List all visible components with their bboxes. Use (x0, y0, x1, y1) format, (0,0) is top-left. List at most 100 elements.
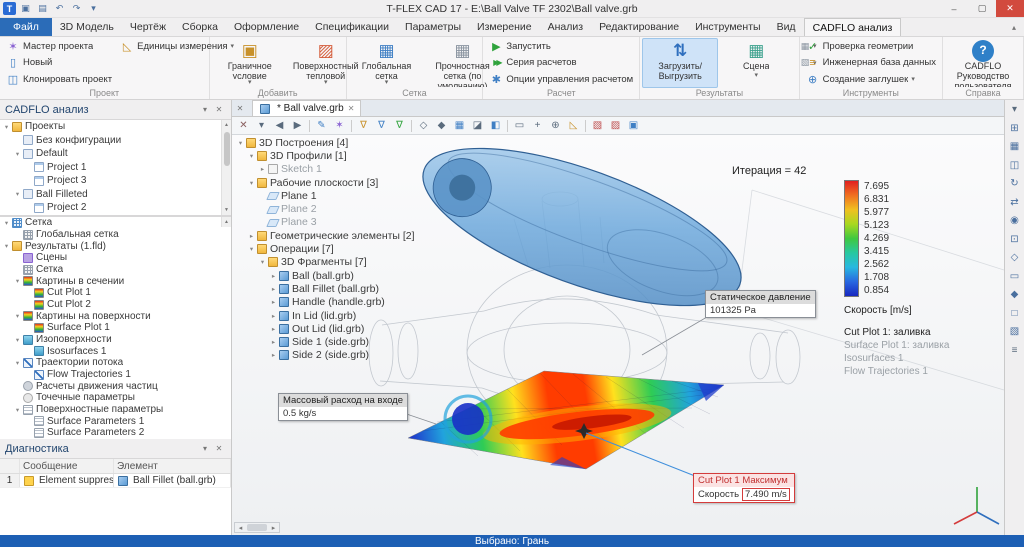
menu-tab[interactable]: Анализ (540, 18, 591, 36)
tree-expand-icon[interactable]: ▾ (13, 277, 22, 285)
tree-expand-icon[interactable]: ▸ (258, 165, 267, 173)
tree-item[interactable]: Surface Parameters 2 (0, 427, 231, 439)
menu-tab[interactable]: Сборка (174, 18, 226, 36)
viewport-canvas[interactable]: ▾3D Построения [4]▾3D Профили [1]▸Sketch… (232, 135, 1004, 535)
tree-item[interactable]: Без конфигурации (0, 134, 231, 148)
ribbon-button[interactable]: CADFLO Руководство пользователя (945, 38, 1021, 88)
tree-item[interactable]: Сцены (0, 252, 231, 264)
tree-expand-icon[interactable]: ▾ (13, 190, 22, 198)
tree-item[interactable]: ▾3D Фрагменты [7] (234, 256, 415, 269)
ribbon-button[interactable]: Клонировать проект (2, 71, 116, 88)
tree-expand-icon[interactable]: ▾ (247, 179, 256, 187)
app-logo-icon[interactable]: T (3, 2, 16, 15)
options-icon[interactable]: ≡ (1007, 343, 1023, 358)
tree-item[interactable]: Surface Parameters 1 (0, 415, 231, 427)
tree-expand-icon[interactable]: ▾ (13, 406, 22, 414)
tree-expand-icon[interactable]: ▾ (13, 336, 22, 344)
tree-item[interactable]: ▸Out Lid (lid.grb) (234, 322, 415, 335)
target-icon[interactable]: ⊕ (547, 118, 564, 133)
menu-tab[interactable]: 3D Модель (52, 18, 122, 36)
tree-item[interactable]: ▸Геометрические элементы [2] (234, 229, 415, 242)
scroll-up-icon[interactable]: ▲ (221, 217, 231, 227)
tree-expand-icon[interactable]: ▾ (13, 359, 22, 367)
tree-item[interactable]: Cut Plot 2 (0, 299, 231, 311)
scroll-up-icon[interactable]: ▲ (222, 120, 232, 130)
tree-expand-icon[interactable]: ▾ (2, 242, 11, 250)
measure-icon[interactable]: ◺ (565, 118, 582, 133)
wireframe-toggle-icon[interactable]: ◇ (1007, 250, 1023, 265)
close-panel-icon[interactable]: ✕ (212, 105, 226, 114)
tree-item[interactable]: ▾Траектории потока (0, 357, 231, 369)
filter-faces-icon[interactable]: ∇ (391, 118, 408, 133)
tree-item[interactable]: Project 3 (0, 174, 231, 188)
scroll-right-icon[interactable]: ▸ (268, 524, 279, 532)
tree-item[interactable]: Project 1 (0, 161, 231, 175)
plane-toggle-icon[interactable]: ▭ (1007, 269, 1023, 284)
redo-icon[interactable]: ↷ (69, 2, 84, 16)
tree-item[interactable]: ▾Сетка (0, 217, 231, 229)
undo-icon[interactable]: ↶ (52, 2, 67, 16)
cut-plot-max-callout[interactable]: Cut Plot 1 Максимум Скорость 7.490 m/s (693, 473, 795, 503)
scroll-down-icon[interactable]: ▼ (222, 205, 232, 215)
tree-item[interactable]: ▸Ball (ball.grb) (234, 269, 415, 282)
ribbon-button[interactable]: Создание заглушек▾ (802, 71, 940, 88)
tree-item[interactable]: ▸Sketch 1 (234, 163, 415, 176)
rotate-view-icon[interactable]: ↻ (1007, 176, 1023, 191)
edit-icon[interactable]: ✎ (313, 118, 330, 133)
history-forward-icon[interactable]: ▶ (289, 118, 306, 133)
tree-expand-icon[interactable]: ▾ (258, 258, 267, 266)
vertical-scrollbar[interactable]: ▲ ▼ (221, 120, 231, 215)
tree-expand-icon[interactable]: ▾ (2, 123, 11, 131)
menu-tab[interactable]: Оформление (226, 18, 307, 36)
section-toggle-icon[interactable]: ▧ (1007, 324, 1023, 339)
ribbon-button[interactable]: Серия расчетов (485, 55, 637, 72)
tree-item[interactable]: Plane 1 (234, 189, 415, 202)
scrollbar-track[interactable] (247, 524, 267, 531)
tree-item[interactable]: Flow Trajectories 1 (0, 369, 231, 381)
menu-tab[interactable]: Вид (769, 18, 804, 36)
tree-item[interactable]: ▾3D Построения [4] (234, 136, 415, 149)
ribbon-button[interactable]: Проверка геометрии (802, 38, 940, 55)
section-view-icon[interactable]: ◪ (469, 118, 486, 133)
filter-vertices-icon[interactable]: ∇ (355, 118, 372, 133)
tree-item[interactable]: ▾Изоповерхности (0, 334, 231, 346)
tree-expand-icon[interactable]: ▾ (247, 152, 256, 160)
tree-item[interactable]: Глобальная сетка (0, 229, 231, 241)
tree-item[interactable]: ▸In Lid (lid.grb) (234, 309, 415, 322)
wireframe-mode-icon[interactable]: ◇ (415, 118, 432, 133)
workplane-icon[interactable]: ▭ (511, 118, 528, 133)
tree-expand-icon[interactable]: ▸ (269, 285, 278, 293)
tree-expand-icon[interactable]: ▸ (269, 272, 278, 280)
tree-item[interactable]: ▸Handle (handle.grb) (234, 296, 415, 309)
tree-item[interactable]: ▾Поверхностные параметры (0, 404, 231, 416)
ribbon-button[interactable]: Запустить (485, 38, 637, 55)
tree-item[interactable]: ▾Картины в сечении (0, 275, 231, 287)
tree-item[interactable]: ▸Side 1 (side.grb) (234, 335, 415, 348)
tree-item[interactable]: ▾Картины на поверхности (0, 310, 231, 322)
ribbon-collapse-icon[interactable]: ▴ (1004, 18, 1024, 36)
close-button[interactable]: ✕ (996, 0, 1024, 17)
menu-tab[interactable]: Параметры (397, 18, 469, 36)
zoom-fit-icon[interactable]: ⊡ (1007, 232, 1023, 247)
document-tab-close-icon[interactable]: ✕ (348, 104, 355, 113)
open-icon[interactable]: ▤ (35, 2, 50, 16)
render-options-icon[interactable]: ▨ (607, 118, 624, 133)
tree-expand-icon[interactable]: ▾ (13, 150, 22, 158)
minimize-button[interactable]: – (940, 0, 968, 17)
tree-item[interactable]: ▾Операции [7] (234, 242, 415, 255)
file-menu-button[interactable]: Файл (0, 18, 52, 36)
camera-icon[interactable]: ▣ (625, 118, 642, 133)
tree-item[interactable]: ▾Ball Filleted (0, 188, 231, 202)
document-tab[interactable]: * Ball valve.grb ✕ (252, 100, 361, 116)
tree-item[interactable]: Plane 2 (234, 202, 415, 215)
scene-settings-icon[interactable]: ▧ (589, 118, 606, 133)
scroll-left-icon[interactable]: ◂ (235, 524, 246, 532)
menu-tab[interactable]: Измерение (469, 18, 540, 36)
diagnostics-row[interactable]: 1Element suppressedBall Fillet (ball.grb… (0, 474, 231, 488)
menu-tab[interactable]: Редактирование (591, 18, 687, 36)
close-panel-icon[interactable]: ✕ (212, 444, 226, 453)
ribbon-button[interactable]: Граничное условие▾ (212, 38, 288, 88)
tree-expand-icon[interactable]: ▸ (269, 325, 278, 333)
menu-tab[interactable]: CADFLO анализ (804, 18, 902, 36)
dock-icon[interactable]: ▾ (253, 118, 270, 133)
